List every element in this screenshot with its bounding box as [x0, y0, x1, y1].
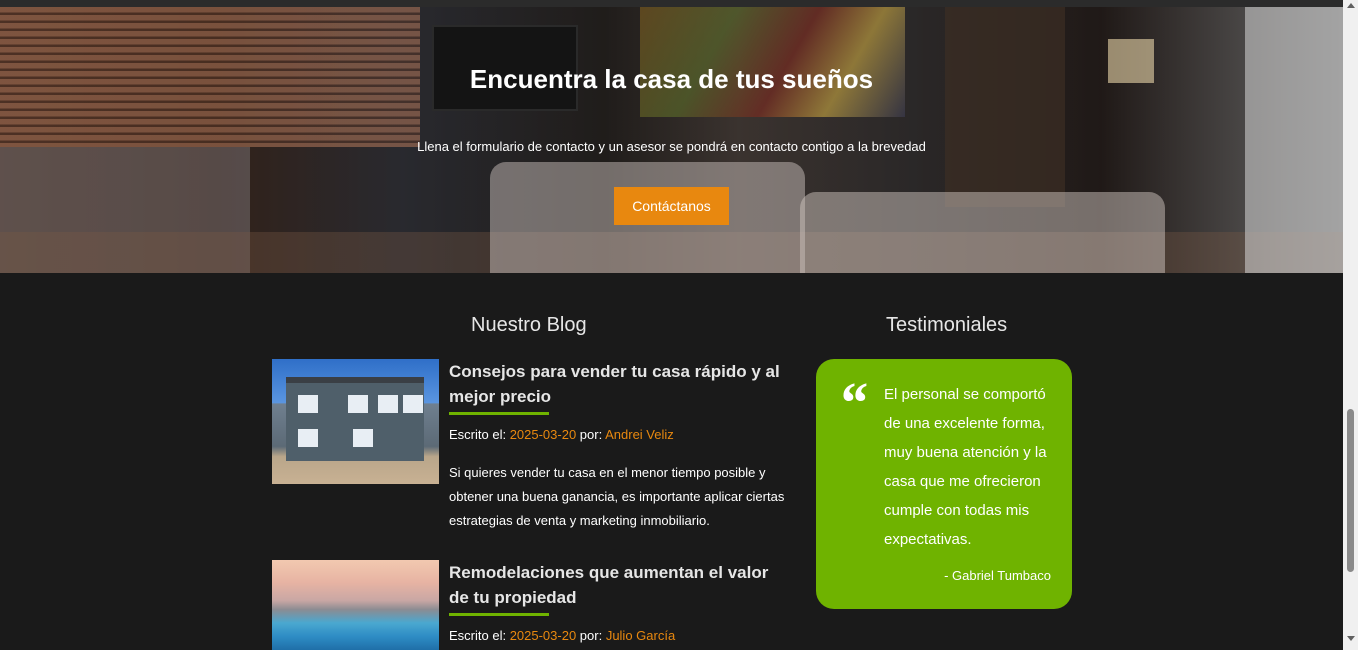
blog-post-title-text[interactable]: Consejos para vender tu casa rápido y al…	[449, 362, 780, 406]
blog-post-title-text[interactable]: Remodelaciones que aumentan el valor de …	[449, 563, 768, 607]
testimonial-author: - Gabriel Tumbaco	[944, 568, 1051, 583]
testimonial-card: “ El personal se comportó de una excelen…	[816, 359, 1072, 609]
blog-post: Consejos para vender tu casa rápido y al…	[272, 359, 792, 539]
quote-icon: “	[838, 370, 867, 435]
title-underline	[449, 613, 549, 616]
testimonial-quote: El personal se comportó de una excelente…	[884, 386, 1047, 548]
scroll-down-arrow-icon[interactable]	[1347, 636, 1355, 641]
post-date: 2025-03-20	[509, 427, 577, 442]
blog-post-excerpt: Si quieres vender tu casa en el menor ti…	[449, 465, 785, 528]
hero-image-shelf	[945, 7, 1065, 207]
post-date: 2025-03-20	[509, 628, 577, 643]
blog-post-image[interactable]	[272, 560, 439, 650]
blog-post-title[interactable]: Remodelaciones que aumentan el valor de …	[449, 560, 789, 616]
blog-post-image[interactable]	[272, 359, 439, 484]
meta-prefix: Escrito el:	[449, 628, 510, 643]
blog-post-meta: Escrito el: 2025-03-20 por: Andrei Veliz	[449, 427, 674, 442]
post-author[interactable]: Julio García	[606, 628, 675, 643]
vertical-scrollbar[interactable]	[1343, 0, 1358, 650]
title-underline	[449, 412, 549, 415]
testimonials-section-title: Testimoniales	[886, 314, 1008, 336]
meta-by-label: por:	[576, 628, 606, 643]
house-illustration	[286, 377, 424, 461]
top-bar	[0, 0, 1343, 7]
scroll-up-arrow-icon[interactable]	[1347, 3, 1355, 8]
scrollbar-thumb[interactable]	[1347, 409, 1354, 572]
hero-subtitle: Llena el formulario de contacto y un ase…	[417, 139, 926, 154]
hero-title: Encuentra la casa de tus sueños	[469, 64, 874, 94]
blog-post-meta: Escrito el: 2025-03-20 por: Julio García	[449, 628, 675, 643]
hero-image-sofa-right	[800, 192, 1165, 273]
hero-image-artwork	[640, 7, 905, 117]
post-author[interactable]: Andrei Veliz	[605, 427, 674, 442]
blog-section-title: Nuestro Blog	[471, 314, 587, 336]
meta-by-label: por:	[576, 427, 606, 442]
contact-button[interactable]: Contáctanos	[614, 187, 729, 225]
blog-post-title[interactable]: Consejos para vender tu casa rápido y al…	[449, 359, 789, 415]
meta-prefix: Escrito el:	[449, 427, 510, 442]
blog-post: Remodelaciones que aumentan el valor de …	[272, 560, 792, 650]
